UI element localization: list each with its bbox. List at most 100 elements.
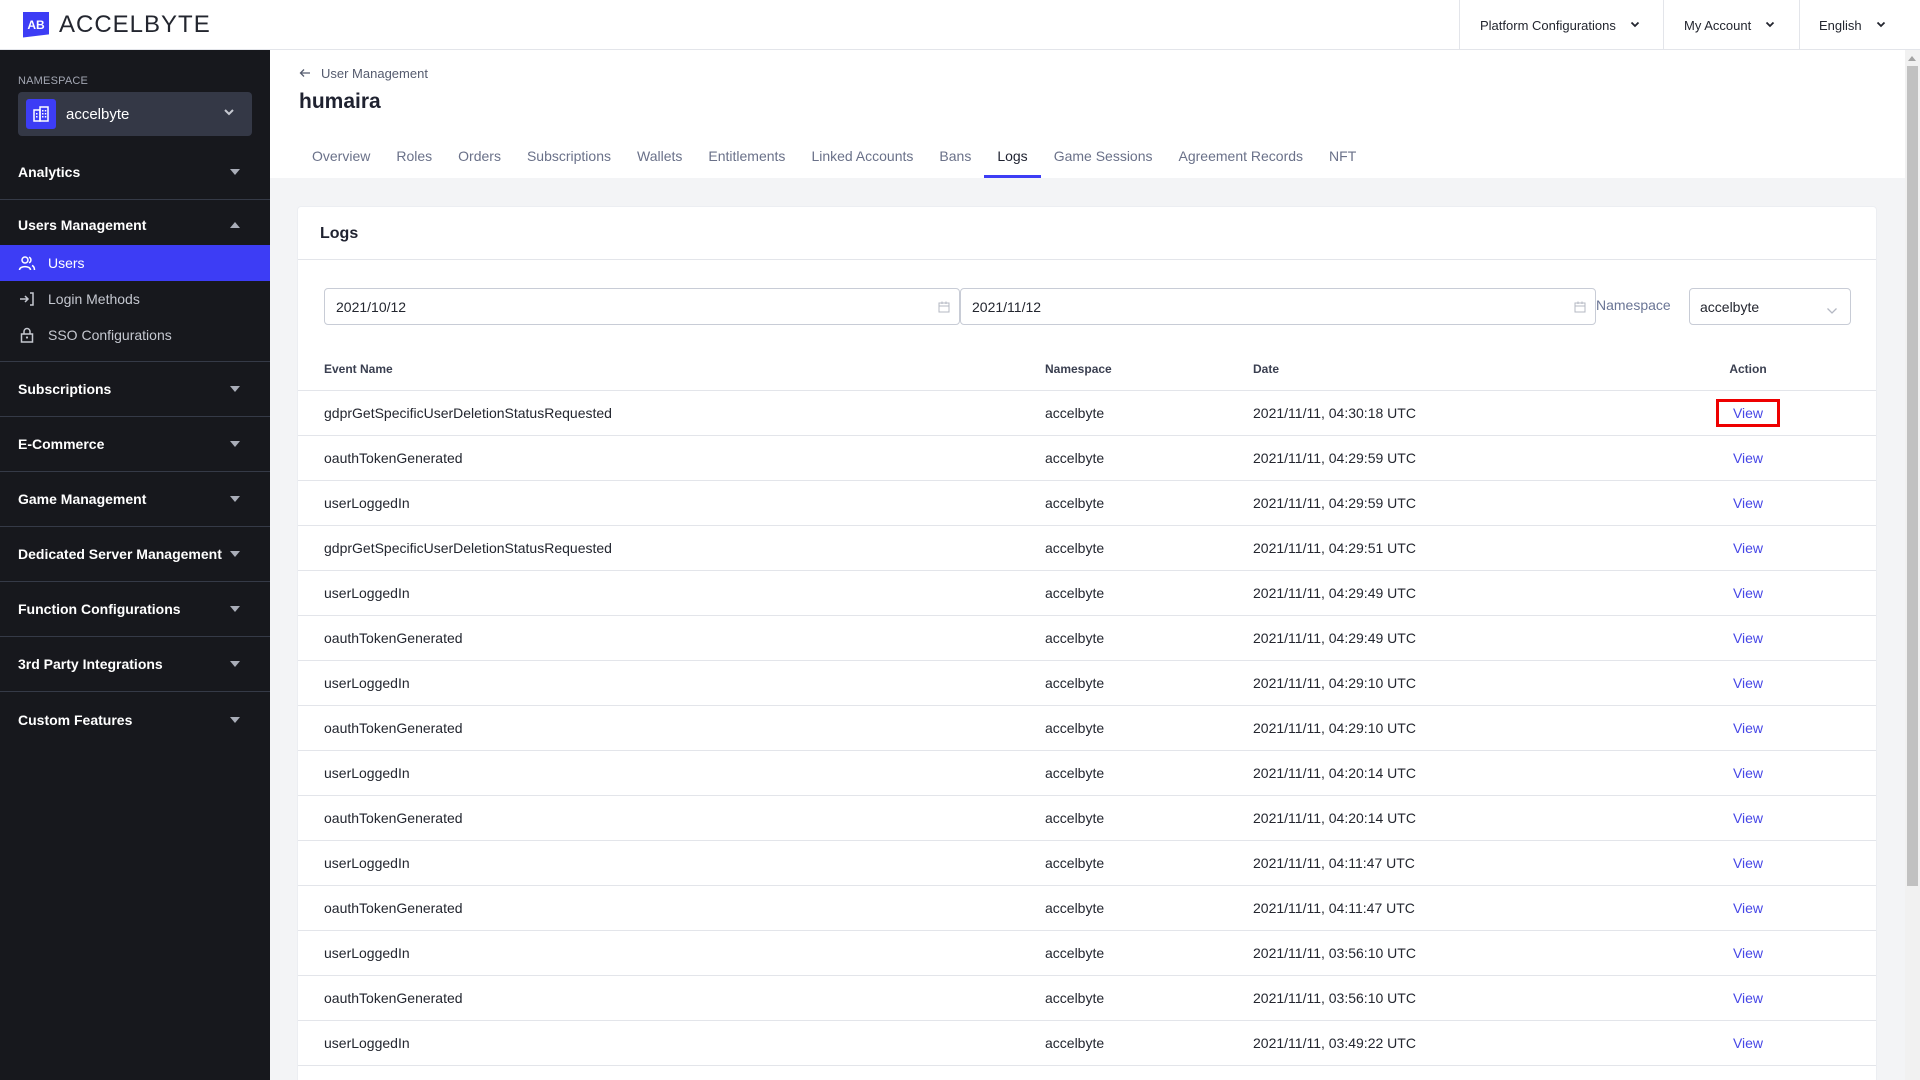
sidebar-item-login-methods[interactable]: Login Methods [0,281,270,317]
nav-group-label: Subscriptions [18,381,112,397]
action-cell: View [1708,571,1788,615]
tab-bans[interactable]: Bans [926,140,984,178]
tab-overview[interactable]: Overview [299,140,383,178]
namespace-cell: accelbyte [1045,990,1105,1006]
action-cell: View [1708,841,1788,885]
tab-logs[interactable]: Logs [984,140,1042,178]
tab-roles[interactable]: Roles [383,140,445,178]
sidebar-item-label: Users [48,255,85,271]
logs-card: Logs 2021/10/12 2021/11/12 Namespace acc… [297,206,1877,1080]
view-link[interactable]: View [1716,669,1780,697]
view-link[interactable]: View [1716,759,1780,787]
tab-nft[interactable]: NFT [1316,140,1369,178]
nav-group-dedicated-server-management[interactable]: Dedicated Server Management [0,527,270,582]
view-link[interactable]: View [1716,849,1780,877]
nav-group-label: Custom Features [18,711,133,728]
view-link[interactable]: View [1716,714,1780,742]
calendar-icon [938,300,950,316]
event-name-cell: oauthTokenGenerated [324,720,463,736]
date-cell: 2021/11/11, 04:29:59 UTC [1253,495,1416,511]
date-to-input[interactable]: 2021/11/12 [960,288,1596,325]
tab-entitlements[interactable]: Entitlements [695,140,798,178]
tab-agreement-records[interactable]: Agreement Records [1166,140,1317,178]
nav-group-3rd-party-integrations[interactable]: 3rd Party Integrations [0,637,270,692]
nav-group-custom-features[interactable]: Custom Features [0,692,270,747]
logs-table: Event Name Namespace Date Action gdprGet… [298,347,1876,1066]
nav-group-subscriptions[interactable]: Subscriptions [0,362,270,417]
my-account-menu[interactable]: My Account [1663,0,1799,50]
action-cell: View [1708,661,1788,705]
view-link[interactable]: View [1716,939,1780,967]
page-scrollbar[interactable] [1905,50,1920,1080]
view-link[interactable]: View [1715,399,1781,427]
date-from-input[interactable]: 2021/10/12 [324,288,960,325]
caret-down-icon [230,716,240,723]
table-row: userLoggedIn accelbyte 2021/11/11, 04:11:4… [298,841,1876,886]
tab-subscriptions[interactable]: Subscriptions [514,140,624,178]
view-link[interactable]: View [1716,894,1780,922]
scrollbar-thumb[interactable] [1907,66,1918,886]
view-link[interactable]: View [1716,804,1780,832]
date-cell: 2021/11/11, 04:29:10 UTC [1253,720,1416,736]
namespace-cell: accelbyte [1045,540,1105,556]
view-link[interactable]: View [1716,984,1780,1012]
sidebar-item-label: SSO Configurations [48,327,172,343]
login-icon [18,290,36,308]
sidebar: NAMESPACE accelbyte Analytics Users Mana… [0,50,270,1080]
date-cell: 2021/11/11, 04:29:49 UTC [1253,585,1416,601]
view-link[interactable]: View [1716,624,1780,652]
tab-game-sessions[interactable]: Game Sessions [1041,140,1166,178]
action-cell: View [1708,1021,1788,1065]
namespace-cell: accelbyte [1045,675,1105,691]
nav-group-label: Function Configurations [18,601,181,617]
divider [298,259,1876,260]
view-link[interactable]: View [1716,1029,1780,1057]
tab-orders[interactable]: Orders [445,140,514,178]
calendar-icon [1574,300,1586,316]
table-row: oauthTokenGenerated accelbyte 2021/11/11, … [298,706,1876,751]
table-row: userLoggedIn accelbyte 2021/11/11, 04:29:5… [298,481,1876,526]
view-link[interactable]: View [1716,489,1780,517]
accelbyte-logo[interactable]: AB ACCELBYTE [23,0,211,50]
sidebar-item-sso-configurations[interactable]: SSO Configurations [0,317,270,353]
language-label: English [1819,17,1862,33]
tab-wallets[interactable]: Wallets [624,140,695,178]
nav-group-function-configurations[interactable]: Function Configurations [0,582,270,637]
event-name-cell: oauthTokenGenerated [324,810,463,826]
table-row: gdprGetSpecificUserDeletionStatusRequest… [298,391,1876,436]
view-link[interactable]: View [1716,579,1780,607]
date-cell: 2021/11/11, 04:11:47 UTC [1253,900,1415,916]
scroll-up-arrow-icon[interactable] [1908,56,1916,61]
breadcrumb-back-link[interactable]: User Management [299,66,428,81]
table-row: userLoggedIn accelbyte 2021/11/11, 03:56:1… [298,931,1876,976]
nav-group-label: Dedicated Server Management [18,546,222,562]
tab-linked-accounts[interactable]: Linked Accounts [798,140,926,178]
nav-group-game-management[interactable]: Game Management [0,472,270,527]
action-cell: View [1708,931,1788,975]
namespace-cell: accelbyte [1045,765,1105,781]
view-link[interactable]: View [1716,444,1780,472]
namespace-filter-select[interactable]: accelbyte [1689,288,1851,325]
namespace-cell: accelbyte [1045,495,1105,511]
table-row: oauthTokenGenerated accelbyte 2021/11/11, … [298,796,1876,841]
namespace-filter-value: accelbyte [1700,298,1760,315]
chevron-down-icon [1630,20,1640,31]
chevron-down-icon [1765,20,1775,31]
nav-group-label: Analytics [18,164,81,180]
view-link[interactable]: View [1716,534,1780,562]
sidebar-item-users[interactable]: Users [0,245,270,281]
table-row: userLoggedIn accelbyte 2021/11/11, 03:49:2… [298,1021,1876,1066]
language-menu[interactable]: English [1799,0,1920,50]
namespace-selector[interactable]: accelbyte [18,92,252,136]
platform-configurations-menu[interactable]: Platform Configurations [1459,0,1663,50]
action-cell: View [1708,391,1788,435]
nav-group-analytics[interactable]: Analytics [0,145,270,200]
logo-icon: AB [23,11,49,38]
nav-group-e-commerce[interactable]: E-Commerce [0,417,270,472]
caret-up-icon [230,222,240,228]
namespace-cell: accelbyte [1045,810,1105,826]
namespace-cell: accelbyte [1045,900,1105,916]
nav-group-users-management[interactable]: Users Management [0,200,270,250]
event-name-cell: userLoggedIn [324,1035,410,1051]
chevron-down-icon [1826,302,1838,318]
